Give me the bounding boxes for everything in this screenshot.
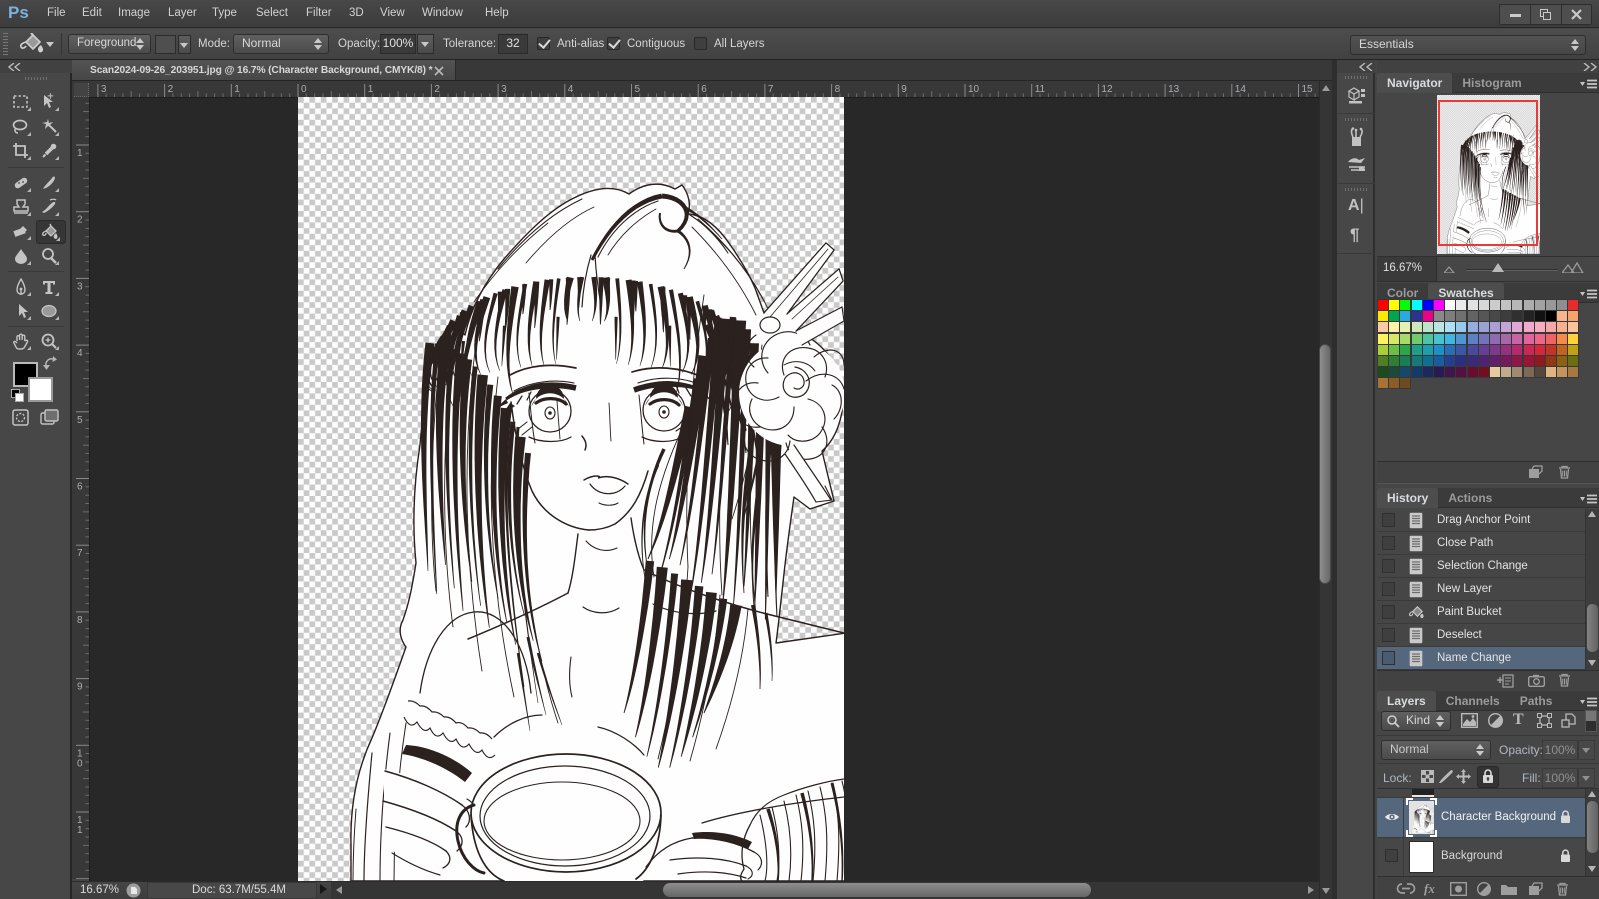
svg-text:9: 9 (901, 84, 907, 95)
svg-text:7: 7 (77, 548, 83, 559)
svg-text:5: 5 (635, 84, 641, 95)
svg-text:13: 13 (1168, 84, 1180, 95)
svg-text:5: 5 (77, 415, 83, 426)
svg-text:14: 14 (1235, 84, 1247, 95)
svg-text:3: 3 (101, 84, 107, 95)
svg-text:6: 6 (77, 482, 83, 493)
svg-text:1: 1 (77, 825, 83, 836)
svg-text:3: 3 (77, 281, 83, 292)
svg-text:10: 10 (968, 84, 980, 95)
svg-text:9: 9 (77, 682, 83, 693)
svg-text:8: 8 (835, 84, 841, 95)
svg-text:1: 1 (77, 148, 83, 159)
svg-text:2: 2 (77, 215, 83, 226)
svg-text:0: 0 (77, 758, 83, 769)
svg-text:7: 7 (768, 84, 774, 95)
svg-text:1: 1 (234, 84, 240, 95)
svg-text:12: 12 (1101, 84, 1113, 95)
svg-text:1: 1 (368, 84, 374, 95)
svg-text:6: 6 (701, 84, 707, 95)
svg-text:0: 0 (301, 84, 307, 95)
svg-text:4: 4 (77, 348, 83, 359)
svg-text:11: 11 (1035, 84, 1046, 95)
svg-text:3: 3 (501, 84, 507, 95)
svg-text:2: 2 (168, 84, 174, 95)
svg-text:8: 8 (77, 615, 83, 626)
svg-text:15: 15 (1302, 84, 1314, 95)
svg-text:2: 2 (434, 84, 440, 95)
svg-text:4: 4 (568, 84, 574, 95)
